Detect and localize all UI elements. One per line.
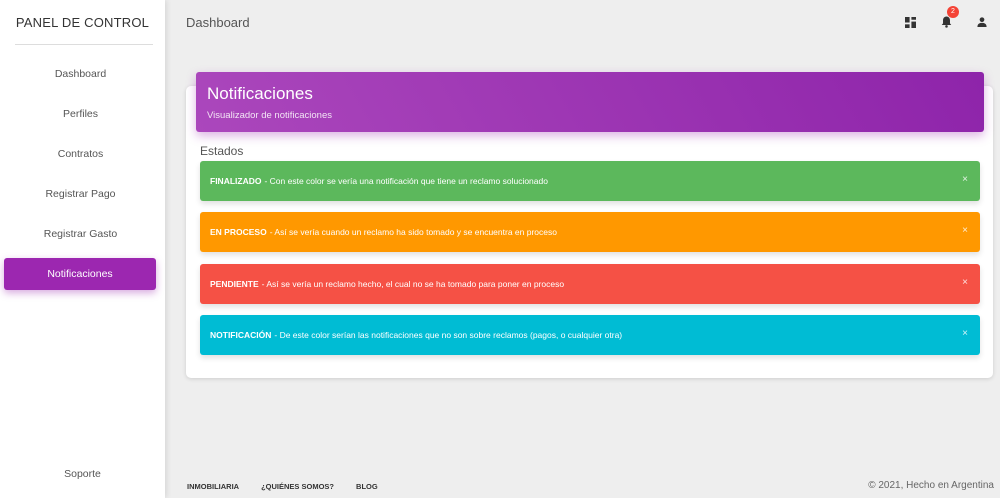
close-icon[interactable]: × [962,174,968,185]
footer-link-blog[interactable]: BLOG [356,482,378,491]
alert-tag: PENDIENTE [210,279,259,289]
page-title[interactable]: Dashboard [186,15,250,30]
sidebar-nav: Dashboard Perfiles Contratos Registrar P… [0,58,165,298]
footer-link-inmobiliaria[interactable]: INMOBILIARIA [187,482,239,491]
card-header: Notificaciones Visualizador de notificac… [196,72,984,132]
section-title: Estados [200,144,244,158]
sidebar-item-contratos[interactable]: Contratos [4,138,157,170]
dashboard-icon[interactable] [900,12,920,32]
alert-text: - Con este color se vería una notificaci… [264,176,548,186]
notification-count-badge: 2 [947,6,959,18]
notifications-card: Notificaciones Visualizador de notificac… [186,72,993,378]
brand-divider [15,44,153,45]
notifications-icon[interactable]: 2 [936,6,959,32]
top-navbar: Dashboard 2 [165,0,1000,45]
close-icon[interactable]: × [962,277,968,288]
card-subtitle: Visualizador de notificaciones [207,110,332,121]
card-title: Notificaciones [207,84,313,103]
brand-title: PANEL DE CONTROL [15,15,150,30]
sidebar-item-perfiles[interactable]: Perfiles [4,98,157,130]
footer: INMOBILIARIA ¿QUIÉNES SOMOS? BLOG © 2021… [165,478,1000,498]
alert-tag: EN PROCESO [210,227,267,237]
close-icon[interactable]: × [962,328,968,339]
navbar-actions: 2 [884,6,992,32]
sidebar-item-notificaciones[interactable]: Notificaciones [4,258,156,290]
alert-tag: FINALIZADO [210,176,262,186]
sidebar: PANEL DE CONTROL Dashboard Perfiles Cont… [0,0,165,498]
footer-link-quienes-somos[interactable]: ¿QUIÉNES SOMOS? [261,482,334,491]
close-icon[interactable]: × [962,225,968,236]
sidebar-item-dashboard[interactable]: Dashboard [4,58,157,90]
alert-notificacion: NOTIFICACIÓN - De este color serían las … [200,315,980,355]
alert-en-proceso: EN PROCESO - Así se vería cuando un recl… [200,212,980,252]
sidebar-item-soporte[interactable]: Soporte [0,468,165,480]
person-icon[interactable] [972,12,992,32]
alert-text: - Así se vería cuando un reclamo ha sido… [269,227,557,237]
alert-pendiente: PENDIENTE - Así se vería un reclamo hech… [200,264,980,304]
alert-text: - Así se vería un reclamo hecho, el cual… [261,279,565,289]
alert-tag: NOTIFICACIÓN [210,330,272,340]
sidebar-item-registrar-pago[interactable]: Registrar Pago [4,178,157,210]
copyright: © 2021, Hecho en Argentina [868,480,994,491]
footer-links: INMOBILIARIA ¿QUIÉNES SOMOS? BLOG [187,482,400,491]
sidebar-item-registrar-gasto[interactable]: Registrar Gasto [4,218,157,250]
alert-text: - De este color serían las notificacione… [274,330,623,340]
alert-finalizado: FINALIZADO - Con este color se vería una… [200,161,980,201]
